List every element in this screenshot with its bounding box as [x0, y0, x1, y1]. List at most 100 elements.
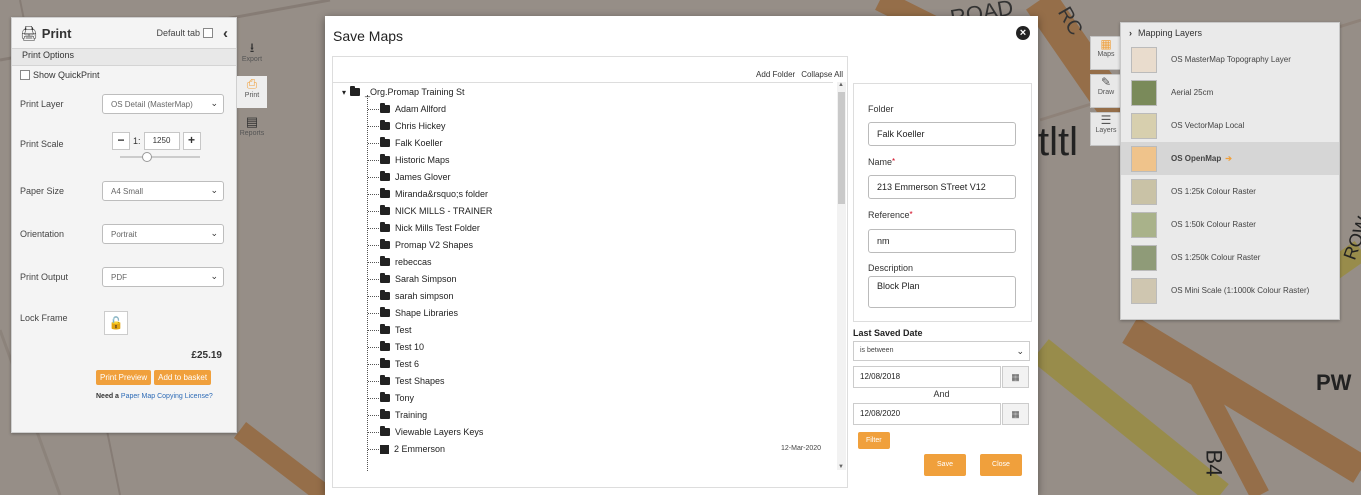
license-link[interactable]: Paper Map Copying License? [121, 393, 213, 400]
export-tool[interactable]: ⭳ Export [237, 40, 267, 72]
folder-icon [380, 341, 390, 351]
tree-folder-item[interactable]: NICK MILLS - TRAINER [380, 203, 492, 219]
chevron-down-icon: ⌄ [210, 228, 218, 238]
layer-label: OS VectorMap Local [1171, 121, 1245, 130]
tree-folder-item[interactable]: Historic Maps [380, 152, 450, 168]
tree-folder-item[interactable]: Falk Koeller [380, 135, 443, 151]
tree-root[interactable]: ▾ _Org.Promap Training St [342, 84, 465, 100]
scale-input[interactable]: 1250 [143, 132, 180, 150]
tree-folder-item[interactable]: Promap V2 Shapes [380, 237, 473, 253]
layer-item[interactable]: OS MasterMap Topography Layer [1121, 43, 1339, 76]
layer-label: OS 1:50k Colour Raster [1171, 220, 1256, 229]
layer-item-selected[interactable]: OS OpenMap ➔ [1121, 142, 1339, 175]
layer-thumbnail [1131, 145, 1157, 172]
quickprint-row[interactable]: Show QuickPrint [12, 66, 236, 84]
paper-size-value: A4 Small [111, 186, 144, 196]
tree-folder-item[interactable]: Nick Mills Test Folder [380, 220, 480, 236]
tree-file-item[interactable]: 2 Emmerson [380, 441, 445, 457]
tree-folder-label: Test 6 [395, 359, 420, 369]
print-layer-select[interactable]: OS Detail (MasterMap) ⌄ [102, 94, 224, 114]
tree-folder-item[interactable]: Test Shapes [380, 373, 445, 389]
tree-connector [368, 364, 379, 365]
layer-item[interactable]: OS Mini Scale (1:1000k Colour Raster) [1121, 274, 1339, 307]
tree-connector [368, 143, 379, 144]
tree-folder-label: Historic Maps [395, 155, 450, 165]
tree-folder-item[interactable]: Chris Hickey [380, 118, 446, 134]
layers-tool[interactable]: ☰ Layers [1090, 112, 1122, 146]
tree-folder-item[interactable]: rebeccas [380, 254, 432, 270]
name-field[interactable]: 213 Emmerson STreet V12 [868, 175, 1016, 199]
add-folder-link[interactable]: Add Folder [756, 70, 795, 79]
tree-folder-item[interactable]: Test [380, 322, 412, 338]
date-to-field[interactable]: 12/08/2020 [853, 403, 1001, 425]
filter-button[interactable]: Filter [858, 432, 890, 449]
print-output-select[interactable]: PDF ⌄ [102, 267, 224, 287]
scale-slider-handle[interactable] [142, 152, 152, 162]
date-mode-value: is between [860, 347, 894, 354]
default-tab-checkbox[interactable] [203, 28, 213, 38]
tree-scrollbar[interactable]: ▲ ▼ [837, 82, 846, 470]
layer-item[interactable]: OS 1:50k Colour Raster [1121, 208, 1339, 241]
tree-folder-item[interactable]: Test 10 [380, 339, 424, 355]
folder-icon [380, 392, 390, 402]
close-icon[interactable]: × [1016, 26, 1030, 40]
tree-folder-item[interactable]: Test 6 [380, 356, 419, 372]
reports-tool[interactable]: ▤ Reports [237, 114, 267, 146]
maps-tool[interactable]: ▦ Maps [1090, 36, 1122, 70]
layer-item[interactable]: OS 1:25k Colour Raster [1121, 175, 1339, 208]
add-to-basket-button[interactable]: Add to basket [154, 370, 212, 385]
tree-folder-item[interactable]: Training [380, 407, 427, 423]
scroll-up-icon[interactable]: ▲ [838, 82, 844, 88]
layer-thumbnail [1131, 277, 1157, 304]
tree-folder-item[interactable]: Tony [380, 390, 414, 406]
folder-field[interactable]: Falk Koeller [868, 122, 1016, 146]
mapping-layers-header[interactable]: › Mapping Layers [1121, 23, 1339, 43]
tree-folder-item[interactable]: James Glover [380, 169, 451, 185]
tree-folder-item[interactable]: Shape Libraries [380, 305, 458, 321]
date-mode-select[interactable]: is between ⌄ [853, 341, 1030, 361]
orientation-select[interactable]: Portrait ⌄ [102, 224, 224, 244]
tree-connector [368, 109, 379, 110]
print-preview-button[interactable]: Print Preview [96, 370, 152, 385]
layer-item[interactable]: Aerial 25cm [1121, 76, 1339, 109]
tree-file-date: 12-Mar-2020 [781, 445, 822, 452]
print-panel-header: 🖨 Print Default tab ‹ [12, 18, 236, 48]
scrollbar-thumb[interactable] [838, 92, 845, 204]
folder-icon [380, 426, 390, 436]
tree-folder-item[interactable]: Viewable Layers Keys [380, 424, 483, 440]
tree-connector [368, 211, 379, 212]
quickprint-checkbox[interactable] [20, 70, 30, 80]
paper-size-select[interactable]: A4 Small ⌄ [102, 181, 224, 201]
folder-icon [380, 205, 390, 215]
layer-item[interactable]: OS VectorMap Local [1121, 109, 1339, 142]
lock-frame-button[interactable]: 🔓 [104, 311, 128, 335]
scale-slider[interactable] [120, 152, 200, 162]
description-field[interactable]: Block Plan [868, 276, 1016, 308]
collapse-all-link[interactable]: Collapse All [801, 70, 843, 79]
tree-folder-item[interactable]: Adam Allford [380, 101, 446, 117]
tree-folder-item[interactable]: Miranda&rsquo;s folder [380, 186, 488, 202]
layer-thumbnail [1131, 211, 1157, 238]
scale-increase-button[interactable]: + [182, 132, 201, 150]
scale-decrease-button[interactable]: − [112, 132, 130, 150]
tree-folder-label: Chris Hickey [395, 121, 446, 131]
default-tab-toggle[interactable]: Default tab [156, 28, 213, 38]
reference-field[interactable]: nm [868, 229, 1016, 253]
draw-label: Draw [1097, 89, 1115, 96]
tree-folder-item[interactable]: Sarah Simpson [380, 271, 457, 287]
save-button[interactable]: Save [924, 454, 966, 476]
date-from-field[interactable]: 12/08/2018 [853, 366, 1001, 388]
print-tool[interactable]: ⎙ Print [237, 76, 267, 108]
expand-toggle-icon[interactable]: ▾ [342, 88, 346, 97]
calendar-icon[interactable]: ▦ [1002, 403, 1029, 425]
close-button[interactable]: Close [980, 454, 1022, 476]
layer-label: OS 1:250k Colour Raster [1171, 253, 1261, 262]
draw-tool[interactable]: ✎ Draw [1090, 74, 1122, 108]
collapse-panel-icon[interactable]: ‹ [223, 25, 228, 42]
scroll-down-icon[interactable]: ▼ [838, 464, 844, 470]
layer-item[interactable]: OS 1:250k Colour Raster [1121, 241, 1339, 274]
tree-folder-label: Training [395, 410, 428, 420]
tree-folder-item[interactable]: sarah simpson [380, 288, 454, 304]
calendar-icon[interactable]: ▦ [1002, 366, 1029, 388]
tree-folder-label: Test 10 [395, 342, 425, 352]
